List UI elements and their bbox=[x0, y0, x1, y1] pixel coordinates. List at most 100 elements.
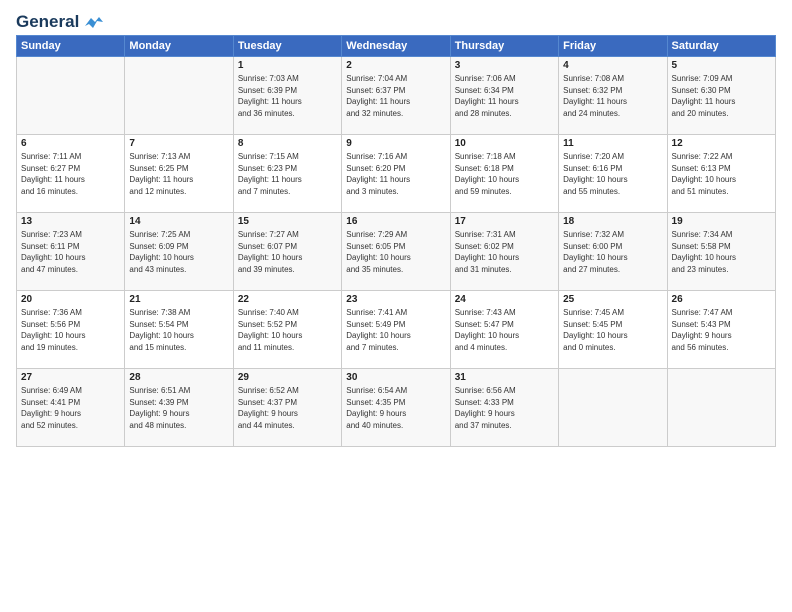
header: General bbox=[16, 12, 776, 29]
calendar-cell: 16 Sunrise: 7:29 AM Sunset: 6:05 PM Dayli… bbox=[342, 213, 450, 291]
calendar-week-row: 1 Sunrise: 7:03 AM Sunset: 6:39 PM Daylig… bbox=[17, 57, 776, 135]
calendar-cell: 6Sunrise: 7:11 AM Sunset: 6:27 PM Daylig… bbox=[17, 135, 125, 213]
cell-content: Sunrise: 7:31 AM Sunset: 6:02 PM Dayligh… bbox=[455, 229, 554, 275]
cell-content: Sunrise: 7:45 AM Sunset: 5:45 PM Dayligh… bbox=[563, 307, 662, 353]
day-number: 1 bbox=[238, 60, 337, 71]
calendar-table: SundayMondayTuesdayWednesdayThursdayFrid… bbox=[16, 35, 776, 447]
calendar-cell: 26 Sunrise: 7:47 AM Sunset: 5:43 PM Dayli… bbox=[667, 291, 775, 369]
calendar-cell: 23Sunrise: 7:41 AM Sunset: 5:49 PM Dayli… bbox=[342, 291, 450, 369]
cell-content: Sunrise: 7:20 AM Sunset: 6:16 PM Dayligh… bbox=[563, 151, 662, 197]
calendar-cell: 14 Sunrise: 7:25 AM Sunset: 6:09 PM Dayli… bbox=[125, 213, 233, 291]
day-number: 27 bbox=[21, 372, 120, 383]
cell-content: Sunrise: 7:23 AM Sunset: 6:11 PM Dayligh… bbox=[21, 229, 120, 275]
day-number: 19 bbox=[672, 216, 771, 227]
cell-content: Sunrise: 7:06 AM Sunset: 6:34 PM Dayligh… bbox=[455, 73, 554, 119]
calendar-cell: 20 Sunrise: 7:36 AM Sunset: 5:56 PM Dayli… bbox=[17, 291, 125, 369]
cell-content: Sunrise: 7:15 AM Sunset: 6:23 PM Dayligh… bbox=[238, 151, 337, 197]
day-number: 14 bbox=[129, 216, 228, 227]
day-number: 29 bbox=[238, 372, 337, 383]
day-number: 8 bbox=[238, 138, 337, 149]
day-number: 25 bbox=[563, 294, 662, 305]
calendar-cell: 10 Sunrise: 7:18 AM Sunset: 6:18 PM Dayli… bbox=[450, 135, 558, 213]
cell-content: Sunrise: 7:43 AM Sunset: 5:47 PM Dayligh… bbox=[455, 307, 554, 353]
cell-content: Sunrise: 7:36 AM Sunset: 5:56 PM Dayligh… bbox=[21, 307, 120, 353]
cell-content: Sunrise: 6:52 AM Sunset: 4:37 PM Dayligh… bbox=[238, 385, 337, 431]
day-number: 20 bbox=[21, 294, 120, 305]
day-header-sunday: Sunday bbox=[17, 36, 125, 57]
calendar-cell: 18 Sunrise: 7:32 AM Sunset: 6:00 PM Dayli… bbox=[559, 213, 667, 291]
day-number: 12 bbox=[672, 138, 771, 149]
day-number: 21 bbox=[129, 294, 228, 305]
calendar-cell: 29 Sunrise: 6:52 AM Sunset: 4:37 PM Dayli… bbox=[233, 369, 341, 447]
day-number: 18 bbox=[563, 216, 662, 227]
page: General SundayMondayTuesdayWednesdayThur… bbox=[0, 0, 792, 612]
calendar-cell: 7 Sunrise: 7:13 AM Sunset: 6:25 PM Daylig… bbox=[125, 135, 233, 213]
cell-content: Sunrise: 7:18 AM Sunset: 6:18 PM Dayligh… bbox=[455, 151, 554, 197]
cell-content: Sunrise: 7:22 AM Sunset: 6:13 PM Dayligh… bbox=[672, 151, 771, 197]
logo-general: General bbox=[16, 12, 79, 32]
cell-content: Sunrise: 6:49 AM Sunset: 4:41 PM Dayligh… bbox=[21, 385, 120, 431]
cell-content: Sunrise: 7:25 AM Sunset: 6:09 PM Dayligh… bbox=[129, 229, 228, 275]
calendar-cell: 31 Sunrise: 6:56 AM Sunset: 4:33 PM Dayli… bbox=[450, 369, 558, 447]
calendar-cell: 25 Sunrise: 7:45 AM Sunset: 5:45 PM Dayli… bbox=[559, 291, 667, 369]
calendar-cell: 11 Sunrise: 7:20 AM Sunset: 6:16 PM Dayli… bbox=[559, 135, 667, 213]
calendar-week-row: 13 Sunrise: 7:23 AM Sunset: 6:11 PM Dayli… bbox=[17, 213, 776, 291]
cell-content: Sunrise: 6:54 AM Sunset: 4:35 PM Dayligh… bbox=[346, 385, 445, 431]
day-number: 28 bbox=[129, 372, 228, 383]
day-number: 5 bbox=[672, 60, 771, 71]
calendar-week-row: 6Sunrise: 7:11 AM Sunset: 6:27 PM Daylig… bbox=[17, 135, 776, 213]
cell-content: Sunrise: 7:34 AM Sunset: 5:58 PM Dayligh… bbox=[672, 229, 771, 275]
logo: General bbox=[16, 12, 103, 29]
calendar-cell: 9 Sunrise: 7:16 AM Sunset: 6:20 PM Daylig… bbox=[342, 135, 450, 213]
day-number: 22 bbox=[238, 294, 337, 305]
day-header-wednesday: Wednesday bbox=[342, 36, 450, 57]
calendar-cell bbox=[559, 369, 667, 447]
calendar-cell: 27 Sunrise: 6:49 AM Sunset: 4:41 PM Dayli… bbox=[17, 369, 125, 447]
day-number: 16 bbox=[346, 216, 445, 227]
day-header-tuesday: Tuesday bbox=[233, 36, 341, 57]
calendar-cell: 12 Sunrise: 7:22 AM Sunset: 6:13 PM Dayli… bbox=[667, 135, 775, 213]
cell-content: Sunrise: 7:47 AM Sunset: 5:43 PM Dayligh… bbox=[672, 307, 771, 353]
day-header-saturday: Saturday bbox=[667, 36, 775, 57]
day-number: 17 bbox=[455, 216, 554, 227]
day-number: 2 bbox=[346, 60, 445, 71]
day-number: 9 bbox=[346, 138, 445, 149]
calendar-cell: 5 Sunrise: 7:09 AM Sunset: 6:30 PM Daylig… bbox=[667, 57, 775, 135]
day-number: 31 bbox=[455, 372, 554, 383]
cell-content: Sunrise: 7:16 AM Sunset: 6:20 PM Dayligh… bbox=[346, 151, 445, 197]
cell-content: Sunrise: 7:13 AM Sunset: 6:25 PM Dayligh… bbox=[129, 151, 228, 197]
day-number: 15 bbox=[238, 216, 337, 227]
cell-content: Sunrise: 7:32 AM Sunset: 6:00 PM Dayligh… bbox=[563, 229, 662, 275]
calendar-cell: 4Sunrise: 7:08 AM Sunset: 6:32 PM Daylig… bbox=[559, 57, 667, 135]
cell-content: Sunrise: 7:08 AM Sunset: 6:32 PM Dayligh… bbox=[563, 73, 662, 119]
calendar-cell: 28 Sunrise: 6:51 AM Sunset: 4:39 PM Dayli… bbox=[125, 369, 233, 447]
calendar-cell: 13 Sunrise: 7:23 AM Sunset: 6:11 PM Dayli… bbox=[17, 213, 125, 291]
calendar-cell bbox=[17, 57, 125, 135]
calendar-cell: 15Sunrise: 7:27 AM Sunset: 6:07 PM Dayli… bbox=[233, 213, 341, 291]
cell-content: Sunrise: 7:40 AM Sunset: 5:52 PM Dayligh… bbox=[238, 307, 337, 353]
calendar-week-row: 27 Sunrise: 6:49 AM Sunset: 4:41 PM Dayli… bbox=[17, 369, 776, 447]
cell-content: Sunrise: 7:11 AM Sunset: 6:27 PM Dayligh… bbox=[21, 151, 120, 197]
cell-content: Sunrise: 6:51 AM Sunset: 4:39 PM Dayligh… bbox=[129, 385, 228, 431]
calendar-cell: 24Sunrise: 7:43 AM Sunset: 5:47 PM Dayli… bbox=[450, 291, 558, 369]
calendar-header-row: SundayMondayTuesdayWednesdayThursdayFrid… bbox=[17, 36, 776, 57]
day-header-thursday: Thursday bbox=[450, 36, 558, 57]
calendar-cell: 21 Sunrise: 7:38 AM Sunset: 5:54 PM Dayli… bbox=[125, 291, 233, 369]
day-number: 13 bbox=[21, 216, 120, 227]
day-number: 7 bbox=[129, 138, 228, 149]
day-number: 26 bbox=[672, 294, 771, 305]
calendar-cell bbox=[125, 57, 233, 135]
calendar-cell: 8 Sunrise: 7:15 AM Sunset: 6:23 PM Daylig… bbox=[233, 135, 341, 213]
day-number: 23 bbox=[346, 294, 445, 305]
day-number: 11 bbox=[563, 138, 662, 149]
cell-content: Sunrise: 6:56 AM Sunset: 4:33 PM Dayligh… bbox=[455, 385, 554, 431]
calendar-week-row: 20 Sunrise: 7:36 AM Sunset: 5:56 PM Dayli… bbox=[17, 291, 776, 369]
calendar-cell: 19 Sunrise: 7:34 AM Sunset: 5:58 PM Dayli… bbox=[667, 213, 775, 291]
day-number: 10 bbox=[455, 138, 554, 149]
cell-content: Sunrise: 7:09 AM Sunset: 6:30 PM Dayligh… bbox=[672, 73, 771, 119]
calendar-cell: 22 Sunrise: 7:40 AM Sunset: 5:52 PM Dayli… bbox=[233, 291, 341, 369]
logo-bird-icon bbox=[81, 14, 103, 30]
cell-content: Sunrise: 7:38 AM Sunset: 5:54 PM Dayligh… bbox=[129, 307, 228, 353]
cell-content: Sunrise: 7:29 AM Sunset: 6:05 PM Dayligh… bbox=[346, 229, 445, 275]
cell-content: Sunrise: 7:03 AM Sunset: 6:39 PM Dayligh… bbox=[238, 73, 337, 119]
